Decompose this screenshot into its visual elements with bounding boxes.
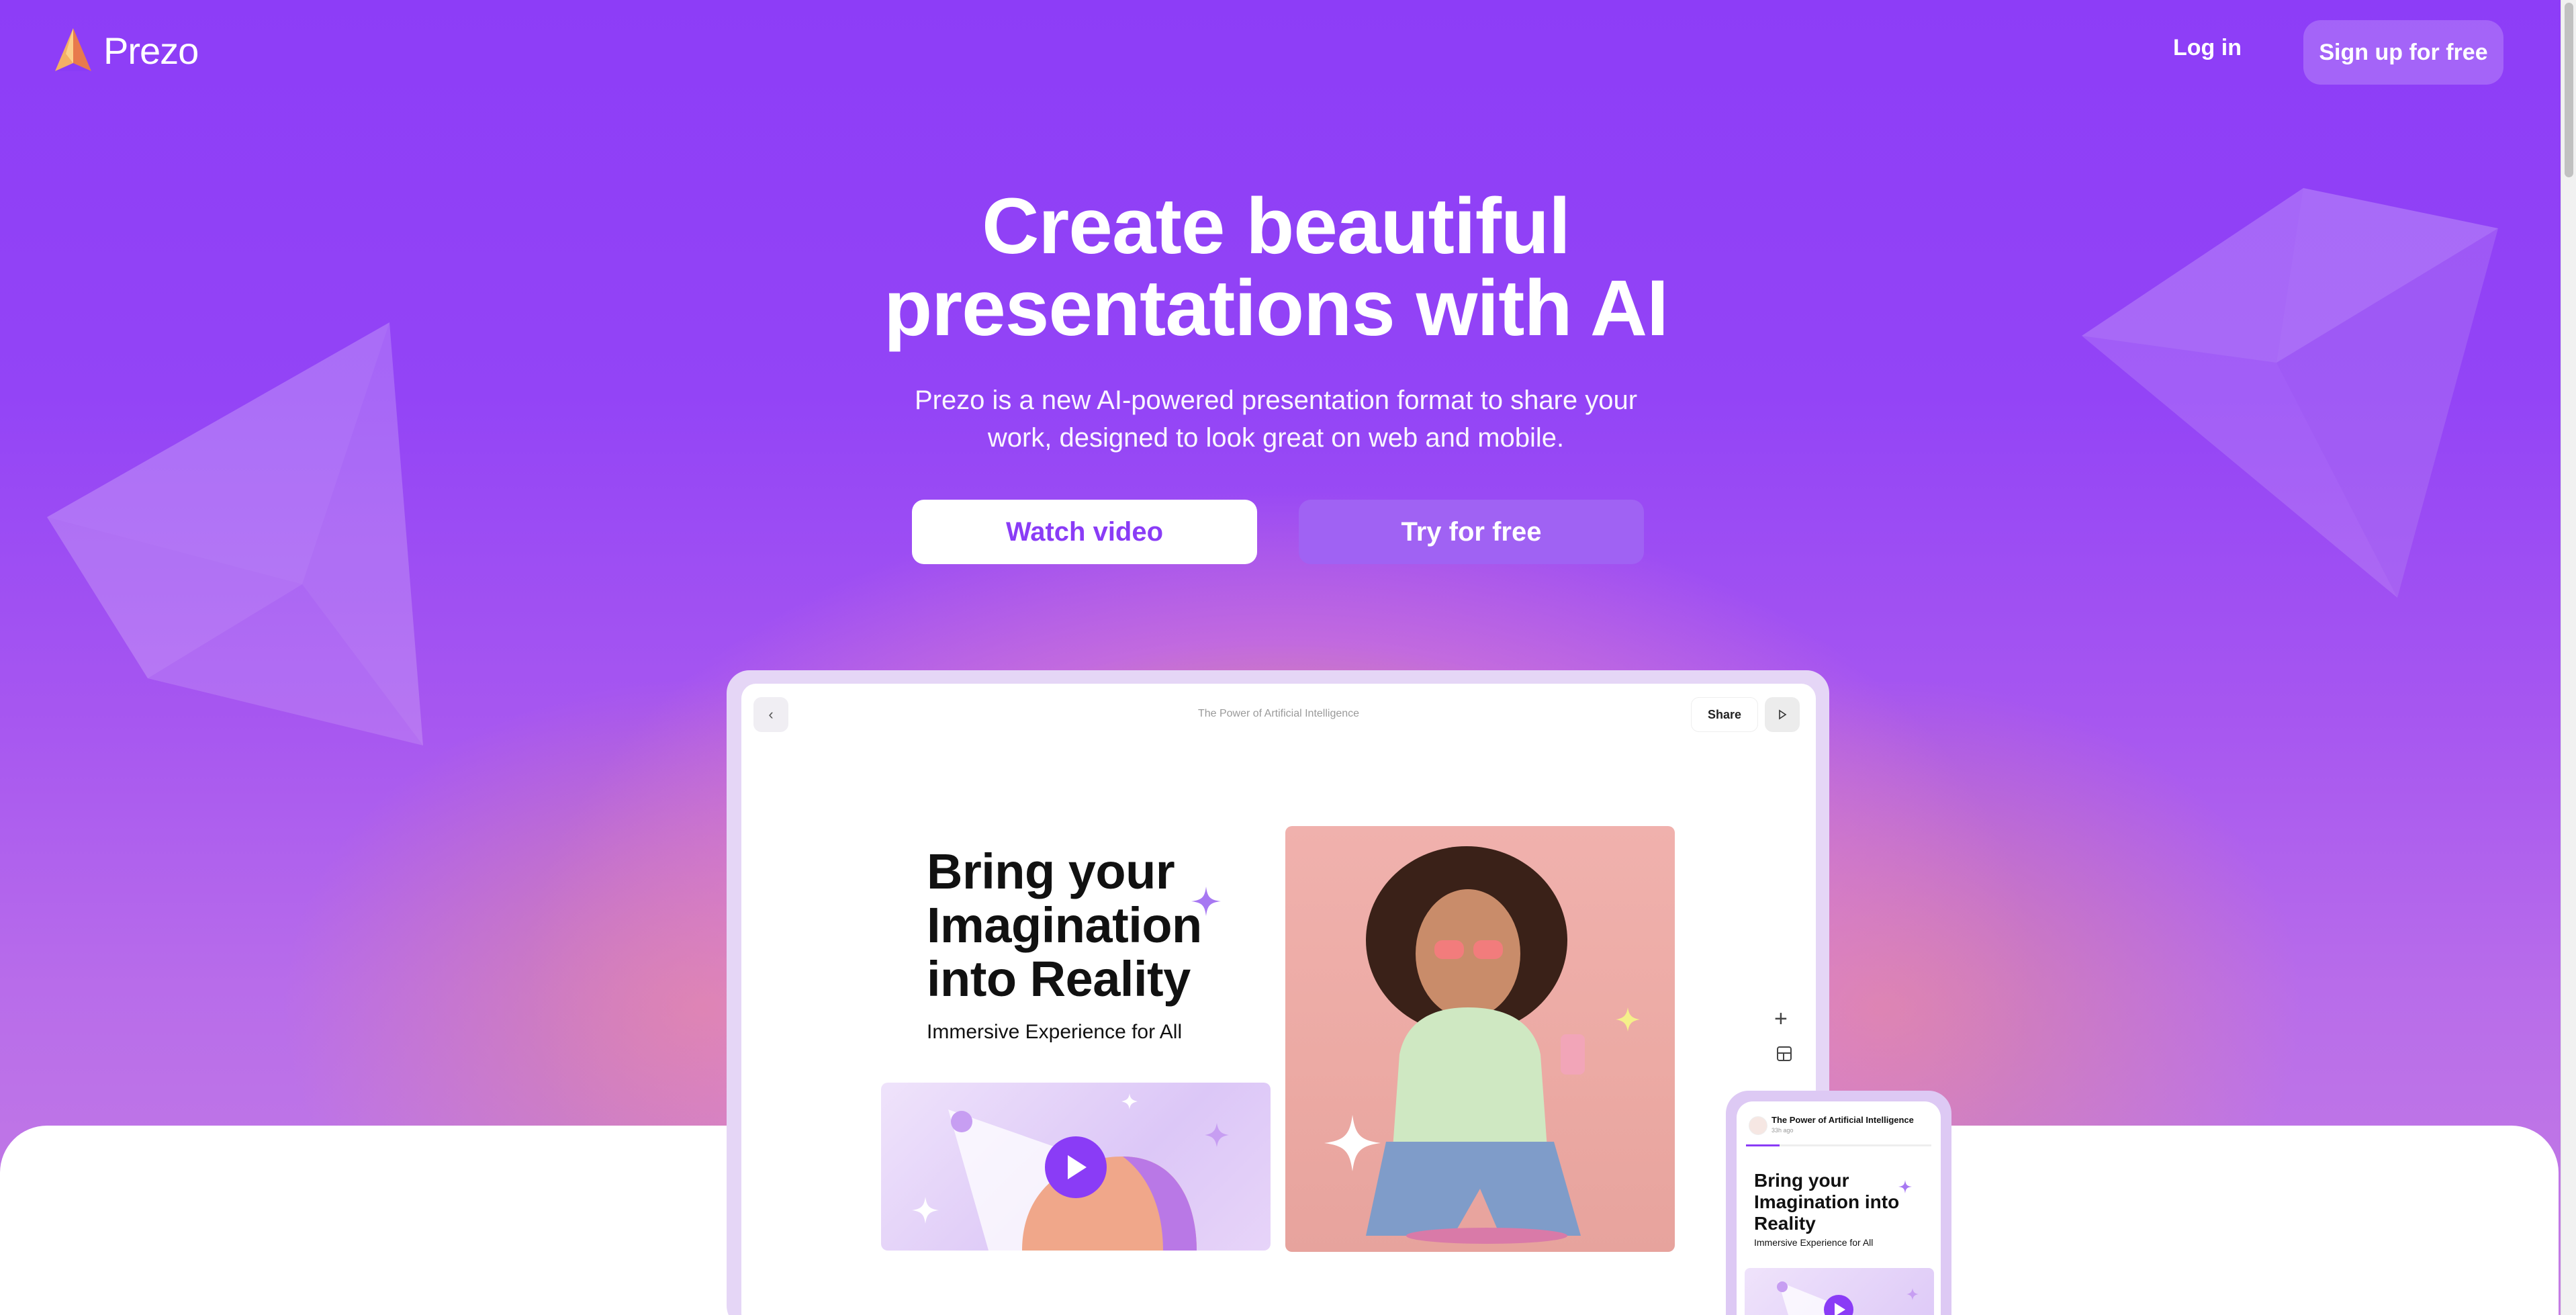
slide-subtitle: Immersive Experience for All xyxy=(927,1021,1183,1043)
person-illustration xyxy=(1324,846,1640,1244)
page-scrollbar[interactable] xyxy=(2561,0,2576,1315)
slide-title-line-1: Bring your xyxy=(927,844,1175,899)
prezo-logo-icon xyxy=(55,28,91,71)
right-prism-decoration xyxy=(2082,188,2498,598)
sparkle-icon xyxy=(1191,887,1221,916)
headline-line-1: Create beautiful xyxy=(982,182,1571,271)
plus-icon[interactable]: + xyxy=(1774,1006,1788,1032)
mobile-title-line-3: Reality xyxy=(1754,1213,1816,1234)
hero-headline: Create beautiful presentations with AI xyxy=(806,185,1746,349)
brand-logo[interactable]: Prezo xyxy=(52,27,199,74)
back-button[interactable]: ‹ xyxy=(753,697,788,732)
headline-line-2: presentations with AI xyxy=(884,264,1669,353)
signup-button[interactable]: Sign up for free xyxy=(2303,20,2503,85)
mobile-slide-title: Bring your Imagination into Reality xyxy=(1754,1170,1915,1234)
brand-name: Prezo xyxy=(103,29,199,72)
subline-line-1: Prezo is a new AI-powered presentation f… xyxy=(914,386,1638,415)
slide-photo xyxy=(1285,826,1675,1252)
preview-doc-title: The Power of Artificial Intelligence xyxy=(1197,708,1360,719)
present-button[interactable] xyxy=(1765,697,1800,732)
avatar xyxy=(1749,1116,1767,1135)
mobile-time-ago: 33h ago xyxy=(1772,1127,1794,1134)
hero-subline: Prezo is a new AI-powered presentation f… xyxy=(873,381,1679,457)
video-illustration xyxy=(912,1093,1229,1251)
slide-title-line-3: into Reality xyxy=(927,951,1191,1007)
slide-video-thumbnail[interactable] xyxy=(881,1083,1271,1251)
mobile-doc-title: The Power of Artificial Intelligence xyxy=(1772,1115,1914,1125)
mobile-title-line-1: Bring your xyxy=(1754,1170,1849,1191)
try-for-free-button[interactable]: Try for free xyxy=(1299,500,1644,564)
mobile-progress-bar xyxy=(1746,1144,1931,1146)
slide-title-line-2: Imagination xyxy=(927,897,1202,953)
sparkle-icon xyxy=(1898,1179,1913,1194)
mobile-video-thumbnail[interactable] xyxy=(1745,1268,1934,1315)
scrollbar-thumb[interactable] xyxy=(2565,3,2573,177)
chevron-left-icon: ‹ xyxy=(768,706,774,723)
slide-title: Bring your Imagination into Reality xyxy=(927,845,1229,1006)
progress-fill xyxy=(1746,1144,1780,1146)
play-icon xyxy=(1779,709,1787,720)
subline-line-2: work, designed to look great on web and … xyxy=(987,423,1565,453)
watch-video-button[interactable]: Watch video xyxy=(912,500,1257,564)
layout-icon[interactable] xyxy=(1776,1045,1793,1062)
mobile-slide-subtitle: Immersive Experience for All xyxy=(1754,1237,1874,1248)
desktop-preview-screen: ‹ The Power of Artificial Intelligence S… xyxy=(741,684,1816,1315)
login-link[interactable]: Log in xyxy=(2173,35,2242,61)
share-button[interactable]: Share xyxy=(1691,697,1758,732)
left-prism-decoration xyxy=(47,322,423,745)
mobile-title-line-2: Imagination into xyxy=(1754,1191,1900,1212)
mobile-preview-screen: The Power of Artificial Intelligence 33h… xyxy=(1737,1101,1941,1315)
video-illustration xyxy=(1777,1281,1919,1315)
